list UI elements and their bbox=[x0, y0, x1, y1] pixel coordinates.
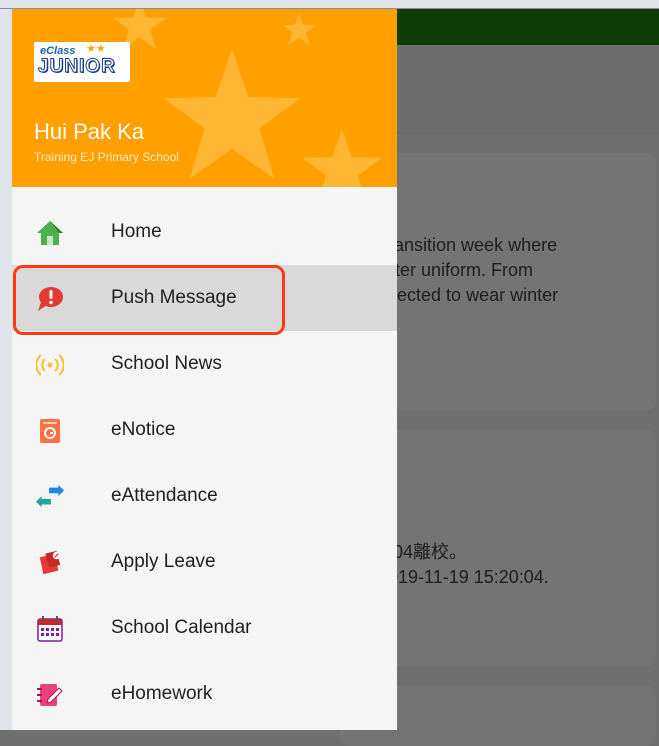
selection-highlight bbox=[13, 265, 285, 335]
school-name: Training EJ Primary School bbox=[34, 150, 179, 164]
menu-item-label: eNotice bbox=[111, 419, 176, 440]
broadcast-icon bbox=[36, 351, 64, 379]
menu-item-enotice[interactable]: eNotice bbox=[12, 397, 397, 463]
menu-item-apply-leave[interactable]: Apply Leave bbox=[12, 529, 397, 595]
menu-item-ehomework[interactable]: eHomework bbox=[12, 661, 397, 727]
leave-icon bbox=[36, 549, 64, 577]
homework-icon bbox=[36, 681, 64, 709]
star-decoration-icon bbox=[163, 49, 301, 179]
home-icon bbox=[36, 219, 64, 247]
logo-main-text: JUNIOR bbox=[38, 56, 116, 78]
menu-item-eattendance[interactable]: eAttendance bbox=[12, 463, 397, 529]
menu-item-label: eAttendance bbox=[111, 485, 218, 506]
star-decoration-icon bbox=[282, 13, 316, 45]
window-top-edge bbox=[0, 0, 659, 9]
swap-arrows-icon bbox=[36, 483, 64, 511]
star-decoration-icon bbox=[302, 129, 382, 187]
user-name: Hui Pak Ka bbox=[34, 119, 145, 144]
app-logo: eClass ★★ JUNIOR bbox=[34, 42, 130, 82]
menu-item-label: Apply Leave bbox=[111, 551, 216, 572]
logo-stars-icon: ★★ bbox=[86, 43, 106, 55]
drawer-header: eClass ★★ JUNIOR Hui Pak Ka Training EJ … bbox=[12, 9, 397, 187]
menu-item-school-calendar[interactable]: School Calendar bbox=[12, 595, 397, 661]
menu-item-label: School Calendar bbox=[111, 617, 252, 638]
menu-item-label: Home bbox=[111, 221, 162, 242]
menu-item-home[interactable]: Home bbox=[12, 199, 397, 265]
navigation-drawer: eClass ★★ JUNIOR Hui Pak Ka Training EJ … bbox=[12, 9, 397, 730]
menu-item-school-news[interactable]: School News bbox=[12, 331, 397, 397]
notice-icon bbox=[36, 417, 64, 445]
menu-item-label: eHomework bbox=[111, 683, 213, 704]
menu-item-label: School News bbox=[111, 353, 222, 374]
calendar-icon bbox=[36, 615, 64, 643]
